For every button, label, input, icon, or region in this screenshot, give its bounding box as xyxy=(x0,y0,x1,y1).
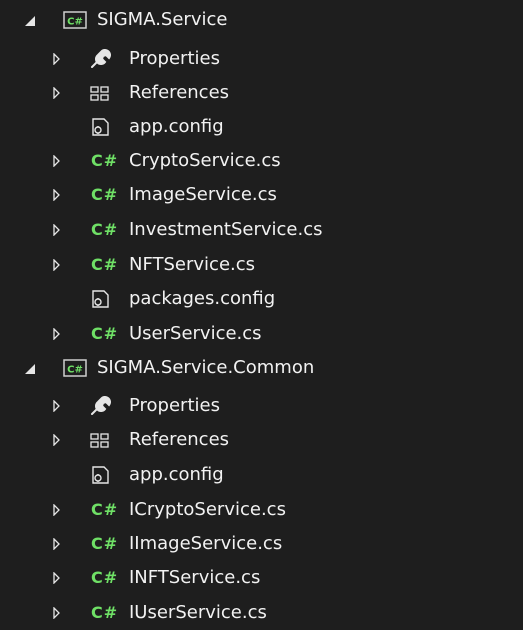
config-file-icon xyxy=(89,289,111,309)
collapsed-caret-icon[interactable] xyxy=(53,572,60,584)
tree-item-label: InvestmentService.cs xyxy=(129,219,323,240)
tree-item-label: IUserService.cs xyxy=(129,602,267,623)
csharp-file-icon: C# xyxy=(91,534,119,553)
tree-item-cs-file[interactable]: C# IUserService.cs xyxy=(0,596,523,630)
tree-item-references[interactable]: References xyxy=(0,76,523,110)
project-node-sigma-service-common[interactable]: C# SIGMA.Service.Common xyxy=(0,351,523,385)
csharp-file-icon: C# xyxy=(91,255,119,274)
tree-item-label: Properties xyxy=(129,48,220,69)
csharp-file-icon: C# xyxy=(91,185,119,204)
tree-item-cs-file[interactable]: C# ImageService.cs xyxy=(0,178,523,212)
csharp-project-icon: C# xyxy=(63,359,87,377)
wrench-icon xyxy=(89,396,111,416)
tree-item-label: UserService.cs xyxy=(129,323,262,344)
collapsed-caret-icon[interactable] xyxy=(53,504,60,516)
tree-item-cs-file[interactable]: C# InvestmentService.cs xyxy=(0,213,523,247)
collapsed-caret-icon[interactable] xyxy=(53,607,60,619)
tree-item-label: ImageService.cs xyxy=(129,184,277,205)
config-file-icon xyxy=(89,465,111,485)
wrench-icon xyxy=(89,49,111,69)
tree-item-app-config[interactable]: app.config xyxy=(0,458,523,492)
svg-text:C#: C# xyxy=(67,365,83,376)
tree-item-label: INFTService.cs xyxy=(129,567,261,588)
tree-item-label: IImageService.cs xyxy=(129,533,283,554)
references-icon xyxy=(89,430,111,450)
tree-item-cs-file[interactable]: C# CryptoService.cs xyxy=(0,144,523,178)
references-icon xyxy=(89,83,111,103)
tree-item-label: NFTService.cs xyxy=(129,254,256,275)
csharp-project-icon: C# xyxy=(63,11,87,29)
tree-item-cs-file[interactable]: C# INFTService.cs xyxy=(0,561,523,595)
tree-item-label: ICryptoService.cs xyxy=(129,499,286,520)
tree-item-label: CryptoService.cs xyxy=(129,150,281,171)
project-node-sigma-service[interactable]: C# SIGMA.Service xyxy=(0,3,523,37)
collapsed-caret-icon[interactable] xyxy=(53,434,60,446)
csharp-file-icon: C# xyxy=(91,324,119,343)
expanded-caret-icon[interactable] xyxy=(25,16,35,26)
tree-item-label: packages.config xyxy=(129,288,276,309)
tree-item-cs-file[interactable]: C# ICryptoService.cs xyxy=(0,493,523,527)
config-file-icon xyxy=(89,117,111,137)
tree-item-cs-file[interactable]: C# IImageService.cs xyxy=(0,527,523,561)
collapsed-caret-icon[interactable] xyxy=(53,400,60,412)
tree-item-label: References xyxy=(129,429,230,450)
tree-item-label: References xyxy=(129,82,230,103)
csharp-file-icon: C# xyxy=(91,500,119,519)
project-name: SIGMA.Service xyxy=(97,9,228,30)
tree-item-references[interactable]: References xyxy=(0,423,523,457)
expanded-caret-icon[interactable] xyxy=(25,364,35,374)
collapsed-caret-icon[interactable] xyxy=(53,328,60,340)
tree-item-packages-config[interactable]: packages.config xyxy=(0,282,523,316)
tree-item-label: app.config xyxy=(129,116,224,137)
tree-item-properties[interactable]: Properties xyxy=(0,42,523,76)
tree-item-label: Properties xyxy=(129,395,220,416)
tree-item-label: app.config xyxy=(129,464,224,485)
tree-item-app-config[interactable]: app.config xyxy=(0,110,523,144)
project-name: SIGMA.Service.Common xyxy=(97,357,315,378)
tree-item-cs-file[interactable]: C# NFTService.cs xyxy=(0,248,523,282)
svg-text:C#: C# xyxy=(67,17,83,28)
collapsed-caret-icon[interactable] xyxy=(53,53,60,65)
csharp-file-icon: C# xyxy=(91,603,119,622)
collapsed-caret-icon[interactable] xyxy=(53,259,60,271)
tree-item-properties[interactable]: Properties xyxy=(0,389,523,423)
csharp-file-icon: C# xyxy=(91,151,119,170)
collapsed-caret-icon[interactable] xyxy=(53,87,60,99)
collapsed-caret-icon[interactable] xyxy=(53,189,60,201)
solution-explorer-tree: C# SIGMA.Service Properties References a… xyxy=(0,0,523,623)
tree-item-cs-file[interactable]: C# UserService.cs xyxy=(0,317,523,351)
collapsed-caret-icon[interactable] xyxy=(53,538,60,550)
collapsed-caret-icon[interactable] xyxy=(53,224,60,236)
csharp-file-icon: C# xyxy=(91,568,119,587)
csharp-file-icon: C# xyxy=(91,220,119,239)
collapsed-caret-icon[interactable] xyxy=(53,155,60,167)
